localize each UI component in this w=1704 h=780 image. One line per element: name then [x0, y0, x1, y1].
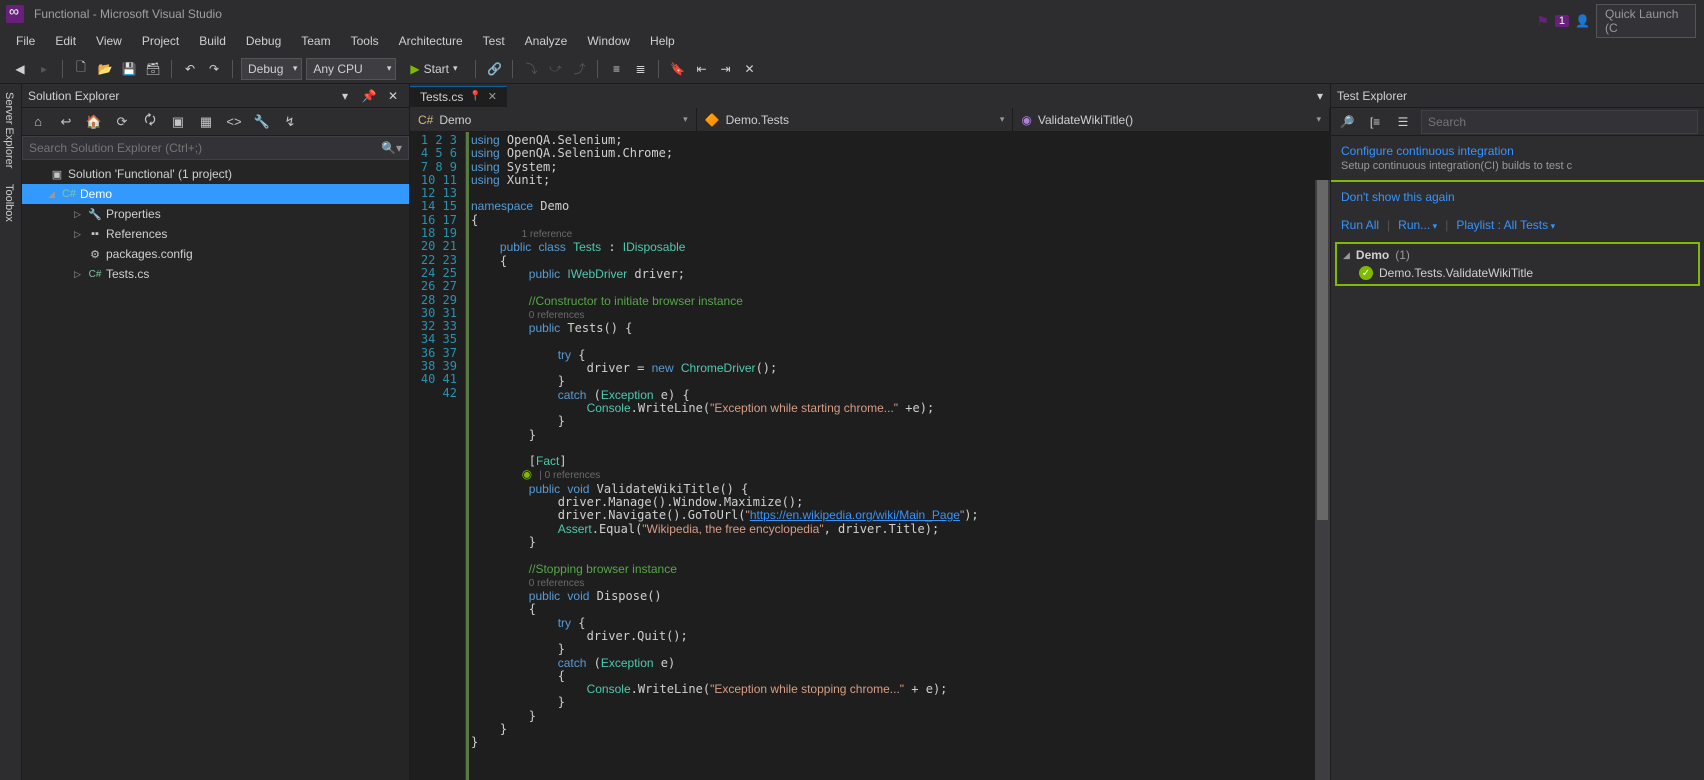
server-explorer-tab[interactable]: Server Explorer	[0, 84, 18, 176]
menu-window[interactable]: Window	[577, 31, 640, 51]
window-title: Functional - Microsoft Visual Studio	[34, 7, 222, 21]
te-group-by-icon[interactable]: [≡	[1365, 112, 1385, 132]
change-indicator	[466, 132, 471, 780]
solution-search-input[interactable]: 🔍▾	[22, 136, 409, 160]
feedback-icon[interactable]: 👤	[1575, 14, 1590, 28]
comment-icon[interactable]: ≡	[606, 59, 626, 79]
dont-show-again-link[interactable]: Don't show this again	[1341, 190, 1455, 204]
run-all-link[interactable]: Run All	[1341, 218, 1379, 232]
se-wrench-icon[interactable]: ↯	[280, 112, 300, 132]
panel-dropdown-icon[interactable]: ▾	[335, 86, 355, 106]
type-nav-dropdown[interactable]: 🔶Demo.Tests	[697, 108, 1014, 131]
project-references-node[interactable]: ▷▪▪ References	[22, 224, 409, 244]
member-nav-dropdown[interactable]: ◉ValidateWikiTitle()	[1013, 108, 1330, 131]
line-numbers-gutter: 1 2 3 4 5 6 7 8 9 10 11 12 13 14 15 16 1…	[410, 132, 466, 780]
active-files-dropdown-icon[interactable]: ▾	[1310, 86, 1330, 106]
menu-project[interactable]: Project	[132, 31, 189, 51]
notifications-flag-icon[interactable]: ⚑	[1536, 13, 1549, 30]
packages-config-node[interactable]: ⚙ packages.config	[22, 244, 409, 264]
test-group-demo[interactable]: ◢ Demo (1)	[1339, 246, 1696, 264]
se-refresh-icon[interactable]: 🗘	[140, 112, 160, 132]
vertical-scrollbar[interactable]	[1315, 180, 1330, 780]
configuration-dropdown[interactable]: Debug	[241, 58, 302, 80]
test-pass-icon: ✓	[1359, 266, 1373, 280]
undo-icon[interactable]: ↶	[180, 59, 200, 79]
step-out-icon: ⤴	[569, 59, 589, 79]
menu-edit[interactable]: Edit	[45, 31, 86, 51]
tests-cs-node[interactable]: ▷C# Tests.cs	[22, 264, 409, 284]
se-home-icon[interactable]: ⌂	[28, 112, 48, 132]
project-node-demo[interactable]: ◢C# Demo	[22, 184, 409, 204]
test-explorer-title: Test Explorer	[1337, 89, 1407, 103]
search-icon: 🔍▾	[381, 141, 402, 155]
se-collapse-icon[interactable]: ▣	[168, 112, 188, 132]
panel-close-icon[interactable]: ✕	[383, 86, 403, 106]
configure-ci-link[interactable]: Configure continuous integration	[1341, 144, 1694, 158]
menu-test[interactable]: Test	[473, 31, 515, 51]
se-properties-icon[interactable]: <>	[224, 112, 244, 132]
menu-file[interactable]: File	[6, 31, 45, 51]
nav-fwd-icon[interactable]: ▸	[34, 59, 54, 79]
clear-bookmarks-icon[interactable]: ✕	[739, 59, 759, 79]
menu-bar: File Edit View Project Build Debug Team …	[0, 28, 1704, 54]
browser-link-icon[interactable]: 🔗	[484, 59, 504, 79]
se-back-icon[interactable]: ↩	[56, 112, 76, 132]
se-sync-icon[interactable]: ⟳	[112, 112, 132, 132]
notifications-count-badge[interactable]: 1	[1555, 15, 1569, 27]
menu-architecture[interactable]: Architecture	[389, 31, 473, 51]
redo-icon[interactable]: ↷	[204, 59, 224, 79]
menu-view[interactable]: View	[86, 31, 132, 51]
platform-dropdown[interactable]: Any CPU	[306, 58, 396, 80]
menu-help[interactable]: Help	[640, 31, 685, 51]
menu-debug[interactable]: Debug	[236, 31, 291, 51]
menu-tools[interactable]: Tools	[341, 31, 389, 51]
new-project-icon[interactable]: 🗋	[71, 59, 91, 79]
save-icon[interactable]: 💾	[119, 59, 139, 79]
document-tab-tests[interactable]: Tests.cs 📍 ✕	[410, 86, 507, 107]
run-dropdown-link[interactable]: Run...	[1398, 218, 1437, 232]
vs-logo-icon	[6, 5, 24, 23]
se-home2-icon[interactable]: 🏠	[84, 112, 104, 132]
next-bookmark-icon[interactable]: ⇥	[715, 59, 735, 79]
project-nav-dropdown[interactable]: C#Demo	[410, 108, 697, 131]
se-preview-icon[interactable]: 🔧	[252, 112, 272, 132]
te-search-settings-icon[interactable]: 🔎	[1337, 112, 1357, 132]
start-debug-button[interactable]: ▶Start▾	[400, 60, 467, 78]
solution-explorer-title: Solution Explorer	[28, 89, 119, 103]
te-list-icon[interactable]: ☰	[1393, 112, 1413, 132]
uncomment-icon[interactable]: ≣	[630, 59, 650, 79]
prev-bookmark-icon[interactable]: ⇤	[691, 59, 711, 79]
code-editor[interactable]: using OpenQA.Selenium; using OpenQA.Sele…	[471, 132, 1330, 780]
test-search-input[interactable]	[1421, 110, 1698, 134]
nav-back-icon[interactable]: ◀	[10, 59, 30, 79]
se-showall-icon[interactable]: ▦	[196, 112, 216, 132]
quick-launch-input[interactable]: Quick Launch (C	[1596, 4, 1696, 38]
step-into-icon: ⤵	[521, 59, 541, 79]
menu-analyze[interactable]: Analyze	[515, 31, 578, 51]
open-file-icon[interactable]: 📂	[95, 59, 115, 79]
menu-build[interactable]: Build	[189, 31, 236, 51]
panel-pin-icon[interactable]: 📌	[359, 86, 379, 106]
playlist-dropdown-link[interactable]: Playlist : All Tests	[1456, 218, 1555, 232]
solution-root-node[interactable]: ▣ Solution 'Functional' (1 project)	[22, 164, 409, 184]
test-result-validatewikititle[interactable]: ✓ Demo.Tests.ValidateWikiTitle	[1339, 264, 1696, 282]
project-properties-node[interactable]: ▷🔧 Properties	[22, 204, 409, 224]
bookmark-icon[interactable]: 🔖	[667, 59, 687, 79]
toolbox-tab[interactable]: Toolbox	[0, 176, 18, 230]
step-over-icon: ⤻	[545, 59, 565, 79]
tab-close-icon[interactable]: ✕	[488, 90, 497, 103]
save-all-icon[interactable]: 🗃	[143, 59, 163, 79]
ci-subtitle-text: Setup continuous integration(CI) builds …	[1341, 160, 1694, 172]
menu-team[interactable]: Team	[291, 31, 340, 51]
tab-pin-icon[interactable]: 📍	[469, 91, 481, 102]
